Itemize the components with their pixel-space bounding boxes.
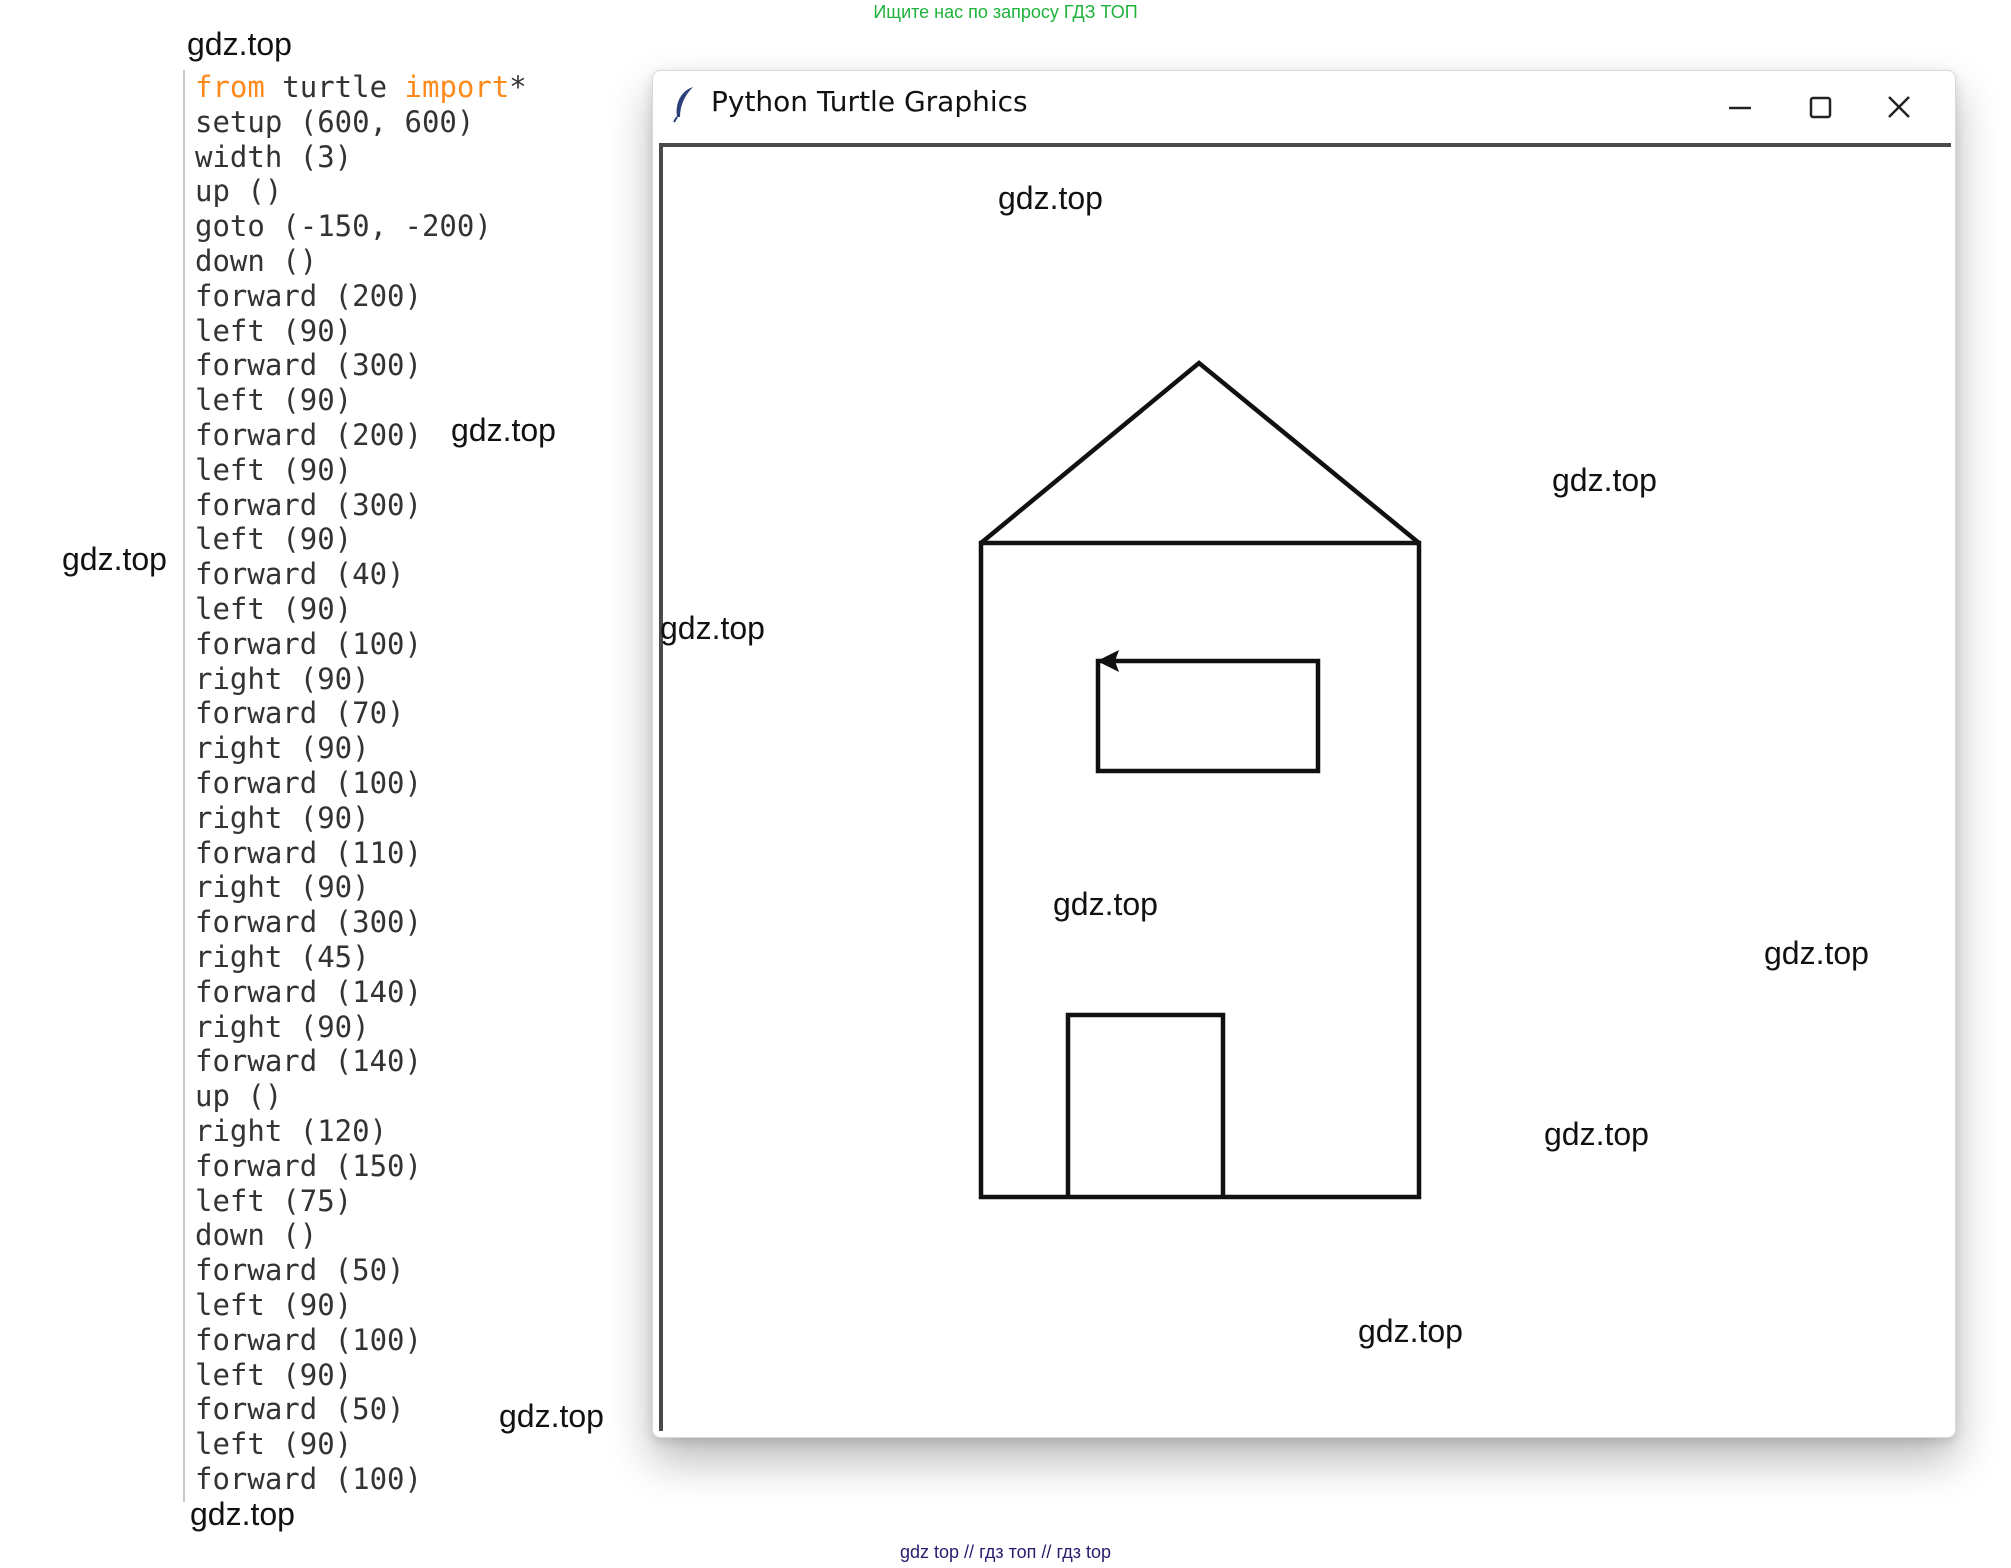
code-line: down () xyxy=(195,1218,318,1253)
code-line: forward (70) xyxy=(195,696,405,731)
window-title: Python Turtle Graphics xyxy=(711,85,1028,118)
maximize-icon xyxy=(1809,96,1832,119)
code-line: left (75) xyxy=(195,1183,353,1218)
code-line: left (90) xyxy=(195,592,353,626)
watermark: gdz.top xyxy=(1358,1313,1463,1349)
code-line: width (3) xyxy=(195,139,353,174)
watermark: gdz.top xyxy=(998,180,1103,216)
code-line: up () xyxy=(195,174,283,209)
turtle-canvas xyxy=(659,143,1951,1431)
code-line: forward (50) xyxy=(195,1253,405,1288)
top-banner: Ищите нас по запросу ГДЗ ТОП xyxy=(873,2,1138,22)
code-line: goto (-150, -200) xyxy=(195,209,492,244)
feather-icon xyxy=(671,85,699,128)
watermark: gdz.top xyxy=(451,412,556,448)
watermark: gdz.top xyxy=(1544,1116,1649,1152)
code-line: left (90) xyxy=(195,383,353,418)
code-line: forward (200) xyxy=(195,278,422,313)
code-line: forward (100) xyxy=(195,1322,422,1357)
code-line: forward (300) xyxy=(195,905,422,940)
house-window xyxy=(1095,658,1321,774)
code-line: right (45) xyxy=(195,940,370,974)
code-line: forward (140) xyxy=(195,974,422,1009)
code-line: forward (100) xyxy=(195,1462,422,1496)
module-name: turtle xyxy=(264,70,405,104)
footer-link[interactable]: gdz top xyxy=(900,1542,959,1562)
code-line: forward (40) xyxy=(195,557,405,592)
code-line: left (90) xyxy=(195,313,353,348)
code-line: forward (300) xyxy=(195,348,422,383)
footer-separator: // xyxy=(1041,1542,1052,1562)
code-line: forward (100) xyxy=(195,766,422,800)
keyword-import: import xyxy=(404,70,510,104)
code-line: right (90) xyxy=(195,800,370,835)
minimize-icon xyxy=(1729,106,1751,110)
code-line: right (90) xyxy=(195,731,370,766)
code-line: forward (150) xyxy=(195,1148,422,1183)
code-line: forward (300) xyxy=(195,487,422,522)
close-button[interactable] xyxy=(1863,79,1933,135)
keyword-from: from xyxy=(195,70,265,104)
code-line: left (90) xyxy=(195,522,353,557)
import-star: * xyxy=(509,70,527,104)
code-panel: from turtle import* setup (600, 600) widt… xyxy=(183,70,655,1502)
code-line: right (90) xyxy=(195,661,370,696)
house-roof xyxy=(979,360,1421,545)
code-line: right (90) xyxy=(195,1009,370,1044)
window-titlebar[interactable]: Python Turtle Graphics xyxy=(653,71,1955,141)
house-drawing xyxy=(978,360,1422,1200)
code-line: forward (200) xyxy=(195,418,422,452)
house-door xyxy=(1065,1012,1226,1197)
code-line: right (90) xyxy=(195,870,370,905)
code-line: left (90) xyxy=(195,1288,353,1322)
code-line: forward (110) xyxy=(195,835,422,870)
code-line: forward (100) xyxy=(195,626,422,661)
code-line: left (90) xyxy=(195,452,353,487)
footer-link[interactable]: гдз топ xyxy=(979,1542,1036,1562)
code-line: down () xyxy=(195,244,318,278)
watermark: gdz.top xyxy=(1764,935,1869,971)
code-line: right (120) xyxy=(195,1114,388,1148)
code-line: up () xyxy=(195,1079,283,1114)
code-line: setup (600, 600) xyxy=(195,104,475,139)
turtle-window: Python Turtle Graphics xyxy=(652,70,1956,1438)
code-line-import: from turtle import* xyxy=(195,70,527,104)
watermark: gdz.top xyxy=(62,541,167,577)
house-walls xyxy=(978,540,1422,1200)
watermark: gdz.top xyxy=(190,1496,295,1532)
watermark: gdz.top xyxy=(187,26,292,62)
code-line: forward (50) xyxy=(195,1392,405,1427)
watermark: gdz.top xyxy=(1552,462,1657,498)
footer-link[interactable]: гдз top xyxy=(1056,1542,1111,1562)
footer-separator: // xyxy=(964,1542,975,1562)
footer-links: gdz top // гдз топ // гдз top xyxy=(0,1542,2011,1563)
code-line: forward (140) xyxy=(195,1044,422,1079)
close-icon xyxy=(1888,96,1910,118)
maximize-button[interactable] xyxy=(1785,79,1855,135)
watermark: gdz.top xyxy=(499,1398,604,1434)
watermark: gdz.top xyxy=(1053,886,1158,922)
minimize-button[interactable] xyxy=(1705,79,1775,135)
watermark: gdz.top xyxy=(660,610,765,646)
code-line: left (90) xyxy=(195,1357,353,1392)
code-line: left (90) xyxy=(195,1427,353,1462)
